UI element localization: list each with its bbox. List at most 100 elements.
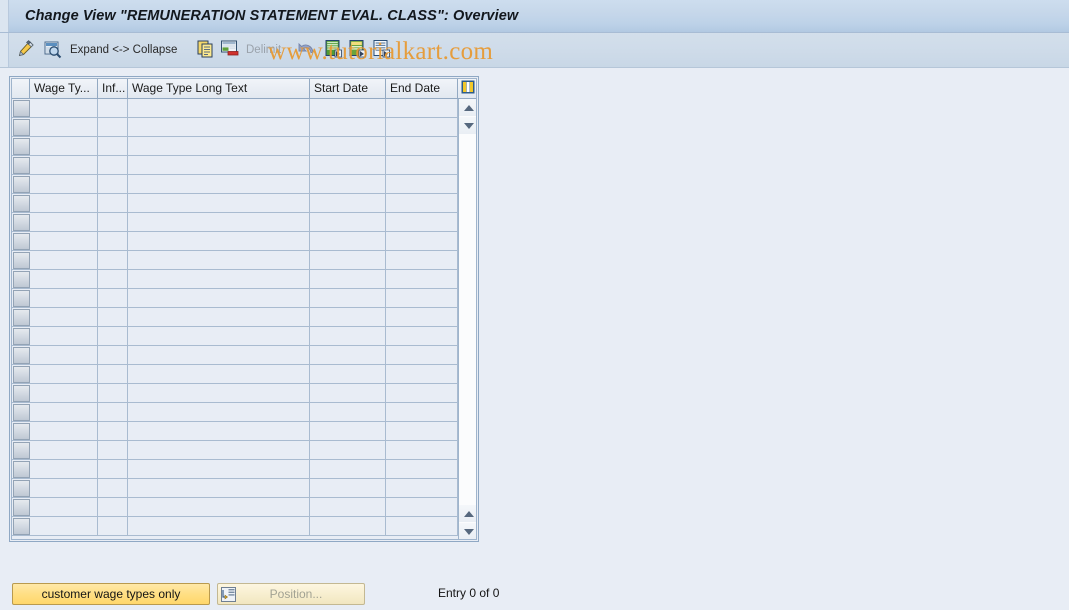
cell-start_date[interactable] <box>310 460 386 478</box>
cell-infotype[interactable] <box>98 156 128 174</box>
cell-infotype[interactable] <box>98 346 128 364</box>
cell-wage_type[interactable] <box>30 365 98 383</box>
cell-infotype[interactable] <box>98 175 128 193</box>
table-row[interactable] <box>12 194 458 213</box>
cell-end_date[interactable] <box>386 194 458 212</box>
cell-wage_type[interactable] <box>30 175 98 193</box>
cell-wage_type[interactable] <box>30 308 98 326</box>
cell-infotype[interactable] <box>98 441 128 459</box>
select-block-button[interactable] <box>346 37 368 63</box>
cell-infotype[interactable] <box>98 99 128 117</box>
cell-start_date[interactable] <box>310 232 386 250</box>
table-row[interactable] <box>12 118 458 137</box>
row-selector-button[interactable] <box>13 480 30 497</box>
row-selector-button[interactable] <box>13 404 30 421</box>
row-selector-button[interactable] <box>13 347 30 364</box>
delete-row-button[interactable] <box>218 37 240 63</box>
table-row[interactable] <box>12 422 458 441</box>
table-row[interactable] <box>12 441 458 460</box>
cell-end_date[interactable] <box>386 118 458 136</box>
table-row[interactable] <box>12 365 458 384</box>
copy-as-button[interactable] <box>194 37 216 63</box>
cell-wage_type_long_text[interactable] <box>128 270 310 288</box>
row-selector-button[interactable] <box>13 157 30 174</box>
cell-wage_type_long_text[interactable] <box>128 403 310 421</box>
row-selector-button[interactable] <box>13 423 30 440</box>
table-row[interactable] <box>12 327 458 346</box>
cell-start_date[interactable] <box>310 213 386 231</box>
cell-infotype[interactable] <box>98 327 128 345</box>
cell-wage_type[interactable] <box>30 517 98 535</box>
scroll-down-bottom-button[interactable] <box>459 523 476 539</box>
position-button[interactable]: Position... <box>217 583 365 605</box>
cell-start_date[interactable] <box>310 365 386 383</box>
table-row[interactable] <box>12 460 458 479</box>
cell-wage_type_long_text[interactable] <box>128 498 310 516</box>
cell-infotype[interactable] <box>98 137 128 155</box>
cell-wage_type[interactable] <box>30 270 98 288</box>
change-entry-button[interactable] <box>14 37 38 63</box>
row-selector-button[interactable] <box>13 366 30 383</box>
row-selector-button[interactable] <box>13 499 30 516</box>
table-row[interactable] <box>12 498 458 517</box>
cell-wage_type[interactable] <box>30 346 98 364</box>
cell-start_date[interactable] <box>310 327 386 345</box>
cell-start_date[interactable] <box>310 175 386 193</box>
row-selector-button[interactable] <box>13 176 30 193</box>
cell-infotype[interactable] <box>98 422 128 440</box>
cell-infotype[interactable] <box>98 498 128 516</box>
cell-wage_type[interactable] <box>30 289 98 307</box>
table-row[interactable] <box>12 270 458 289</box>
cell-end_date[interactable] <box>386 308 458 326</box>
cell-end_date[interactable] <box>386 460 458 478</box>
column-header-start_date[interactable]: Start Date <box>310 79 386 98</box>
table-row[interactable] <box>12 137 458 156</box>
cell-end_date[interactable] <box>386 441 458 459</box>
table-row[interactable] <box>12 289 458 308</box>
cell-infotype[interactable] <box>98 517 128 535</box>
cell-wage_type[interactable] <box>30 156 98 174</box>
cell-start_date[interactable] <box>310 479 386 497</box>
row-selector-button[interactable] <box>13 461 30 478</box>
table-row[interactable] <box>12 479 458 498</box>
cell-infotype[interactable] <box>98 460 128 478</box>
row-selector-button[interactable] <box>13 290 30 307</box>
row-selector-button[interactable] <box>13 233 30 250</box>
cell-start_date[interactable] <box>310 289 386 307</box>
cell-start_date[interactable] <box>310 441 386 459</box>
row-selector-button[interactable] <box>13 309 30 326</box>
cell-infotype[interactable] <box>98 232 128 250</box>
scroll-up-bottom-button[interactable] <box>459 505 476 522</box>
undo-button[interactable] <box>296 37 318 63</box>
table-row[interactable] <box>12 517 458 536</box>
select-all-button[interactable] <box>322 37 344 63</box>
cell-wage_type_long_text[interactable] <box>128 346 310 364</box>
cell-wage_type_long_text[interactable] <box>128 251 310 269</box>
cell-start_date[interactable] <box>310 308 386 326</box>
column-header-end_date[interactable]: End Date <box>386 79 458 98</box>
cell-infotype[interactable] <box>98 479 128 497</box>
cell-wage_type_long_text[interactable] <box>128 327 310 345</box>
cell-wage_type_long_text[interactable] <box>128 175 310 193</box>
table-row[interactable] <box>12 156 458 175</box>
cell-infotype[interactable] <box>98 308 128 326</box>
cell-end_date[interactable] <box>386 479 458 497</box>
table-row[interactable] <box>12 99 458 118</box>
cell-end_date[interactable] <box>386 327 458 345</box>
table-row[interactable] <box>12 403 458 422</box>
cell-wage_type[interactable] <box>30 384 98 402</box>
row-selector-button[interactable] <box>13 138 30 155</box>
cell-wage_type[interactable] <box>30 118 98 136</box>
cell-wage_type_long_text[interactable] <box>128 99 310 117</box>
cell-end_date[interactable] <box>386 365 458 383</box>
cell-start_date[interactable] <box>310 194 386 212</box>
cell-wage_type[interactable] <box>30 479 98 497</box>
scroll-down-top-button[interactable] <box>459 117 476 134</box>
row-selector-button[interactable] <box>13 442 30 459</box>
table-row[interactable] <box>12 384 458 403</box>
cell-end_date[interactable] <box>386 213 458 231</box>
cell-start_date[interactable] <box>310 517 386 535</box>
column-header-wage_type[interactable]: Wage Ty... <box>30 79 98 98</box>
cell-start_date[interactable] <box>310 251 386 269</box>
cell-end_date[interactable] <box>386 232 458 250</box>
